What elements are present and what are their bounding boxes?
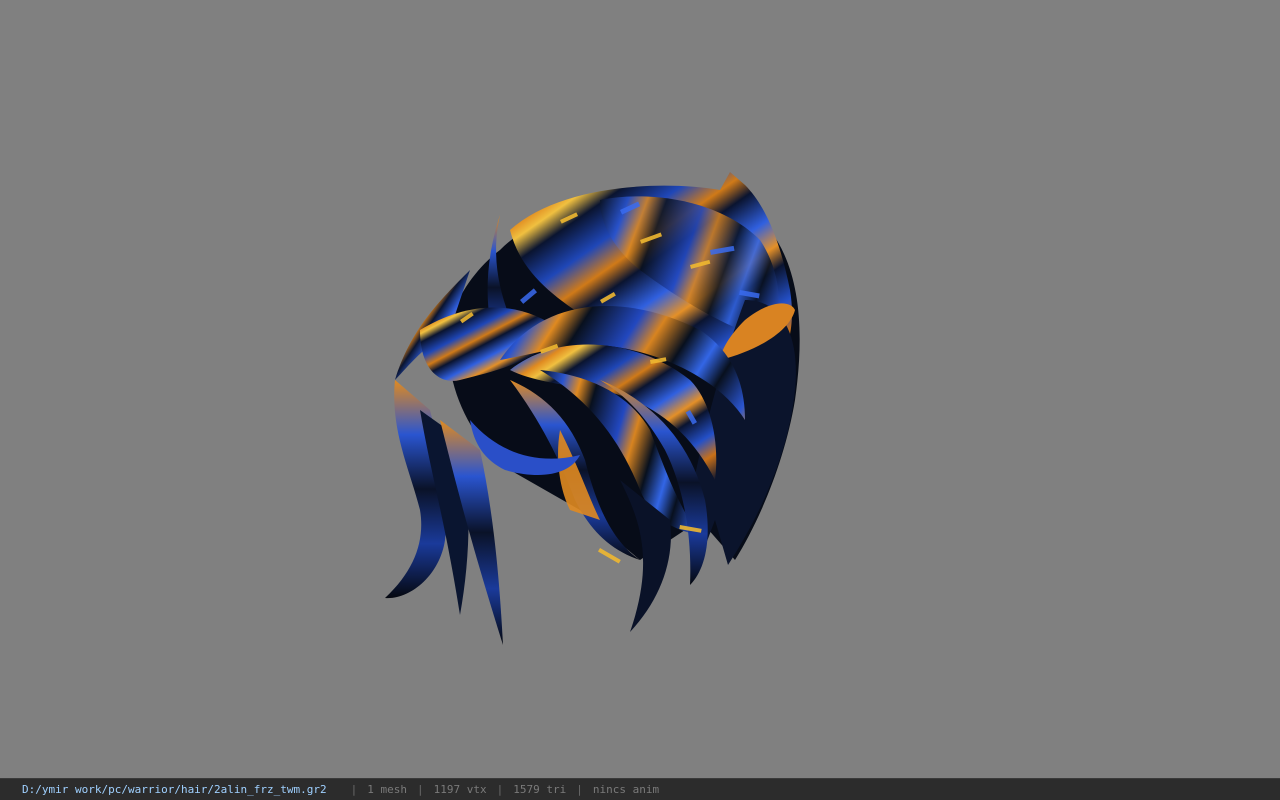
- 3d-viewport[interactable]: [0, 0, 1280, 778]
- mesh-count: 1 mesh: [367, 783, 408, 796]
- model-file-path: D:/ymir work/pc/warrior/hair/2alin_frz_t…: [22, 783, 327, 796]
- animation-status: nincs anim: [592, 783, 660, 796]
- status-separator: |: [496, 783, 504, 796]
- status-separator: |: [350, 783, 358, 796]
- status-separator: |: [576, 783, 583, 796]
- status-separator: |: [417, 783, 424, 796]
- status-bar: D:/ymir work/pc/warrior/hair/2alin_frz_t…: [0, 778, 1280, 800]
- hair-model-render: [385, 172, 800, 645]
- triangle-count: 1579 tri: [513, 783, 567, 796]
- vertex-count: 1197 vtx: [433, 783, 487, 796]
